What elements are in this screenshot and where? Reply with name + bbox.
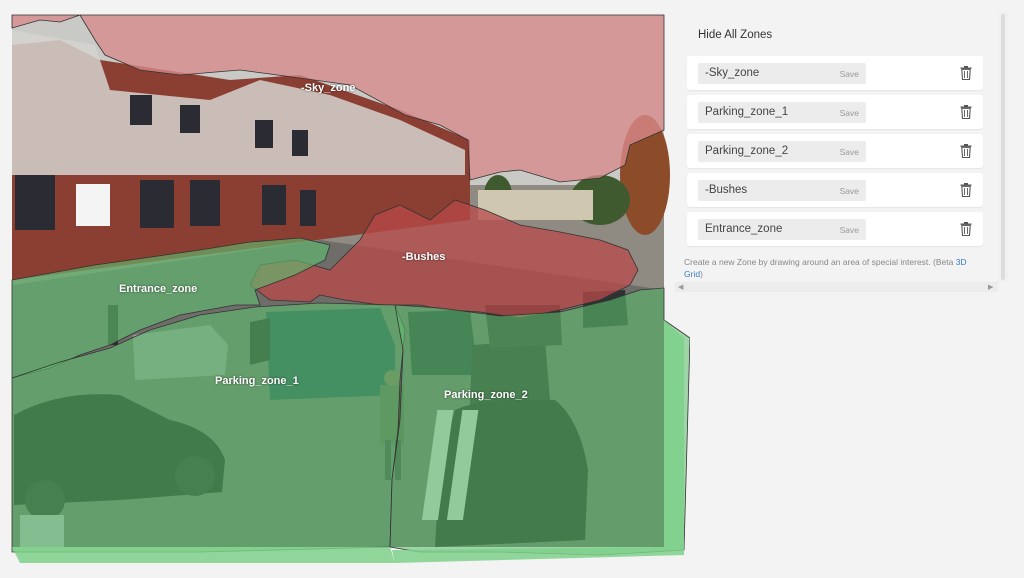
zone-name[interactable]: Entrance_zone (705, 223, 782, 235)
zones-panel: Hide All Zones -Sky_zone Save Parking_zo… (675, 12, 1010, 292)
zone-label-sky: -Sky_zone (301, 82, 356, 94)
zone-label-bushes: -Bushes (402, 251, 446, 263)
zone-name-field[interactable]: Entrance_zone Save (698, 219, 866, 240)
save-button[interactable]: Save (840, 225, 859, 235)
arrow-left-icon[interactable]: ◀ (678, 283, 683, 291)
zone-name-field[interactable]: -Bushes Save (698, 180, 866, 201)
zone-name[interactable]: Parking_zone_1 (705, 106, 788, 118)
trash-icon[interactable] (960, 66, 972, 80)
zone-name-field[interactable]: -Sky_zone Save (698, 63, 866, 84)
scrollbar-thumb[interactable] (1001, 14, 1005, 280)
save-button[interactable]: Save (840, 186, 859, 196)
zone-row-bushes: -Bushes Save (687, 173, 983, 207)
zone-name-field[interactable]: Parking_zone_2 Save (698, 141, 866, 162)
create-zone-help-text: Create a new Zone by drawing around an a… (684, 256, 984, 280)
zone-name-field[interactable]: Parking_zone_1 Save (698, 102, 866, 123)
horizontal-scrollbar[interactable]: ◀ ▶ (675, 282, 998, 292)
save-button[interactable]: Save (840, 108, 859, 118)
trash-icon[interactable] (960, 144, 972, 158)
zone-label-entrance: Entrance_zone (119, 283, 198, 295)
zone-row-parking-2: Parking_zone_2 Save (687, 134, 983, 168)
zone-name[interactable]: -Sky_zone (705, 67, 759, 79)
hide-all-zones-button[interactable]: Hide All Zones (698, 29, 772, 41)
zone-name[interactable]: -Bushes (705, 184, 747, 196)
helper-text: Create a new Zone by drawing around an a… (684, 257, 954, 267)
zones-page: -Sky_zone -Bushes Entrance_zone Parking_… (0, 0, 1024, 578)
zone-label-parking-2: Parking_zone_2 (444, 389, 528, 401)
save-button[interactable]: Save (840, 69, 859, 79)
trash-icon[interactable] (960, 222, 972, 236)
arrow-right-icon[interactable]: ▶ (988, 283, 993, 291)
parking-zone-2-overlay[interactable] (389, 287, 690, 556)
zone-row-sky: -Sky_zone Save (687, 56, 983, 90)
zone-edge-highlight (12, 547, 395, 563)
to-let-sign (76, 184, 110, 226)
zones-list-container: Hide All Zones -Sky_zone Save Parking_zo… (675, 12, 998, 282)
vertical-scrollbar[interactable] (998, 12, 1008, 282)
camera-view[interactable]: -Sky_zone -Bushes Entrance_zone Parking_… (0, 0, 690, 570)
trash-icon[interactable] (960, 183, 972, 197)
zone-name[interactable]: Parking_zone_2 (705, 145, 788, 157)
helper-text-tail: ) (700, 269, 703, 279)
zone-row-entrance: Entrance_zone Save (687, 212, 983, 246)
zone-label-parking-1: Parking_zone_1 (215, 375, 299, 387)
trash-icon[interactable] (960, 105, 972, 119)
save-button[interactable]: Save (840, 147, 859, 157)
zone-row-parking-1: Parking_zone_1 Save (687, 95, 983, 129)
